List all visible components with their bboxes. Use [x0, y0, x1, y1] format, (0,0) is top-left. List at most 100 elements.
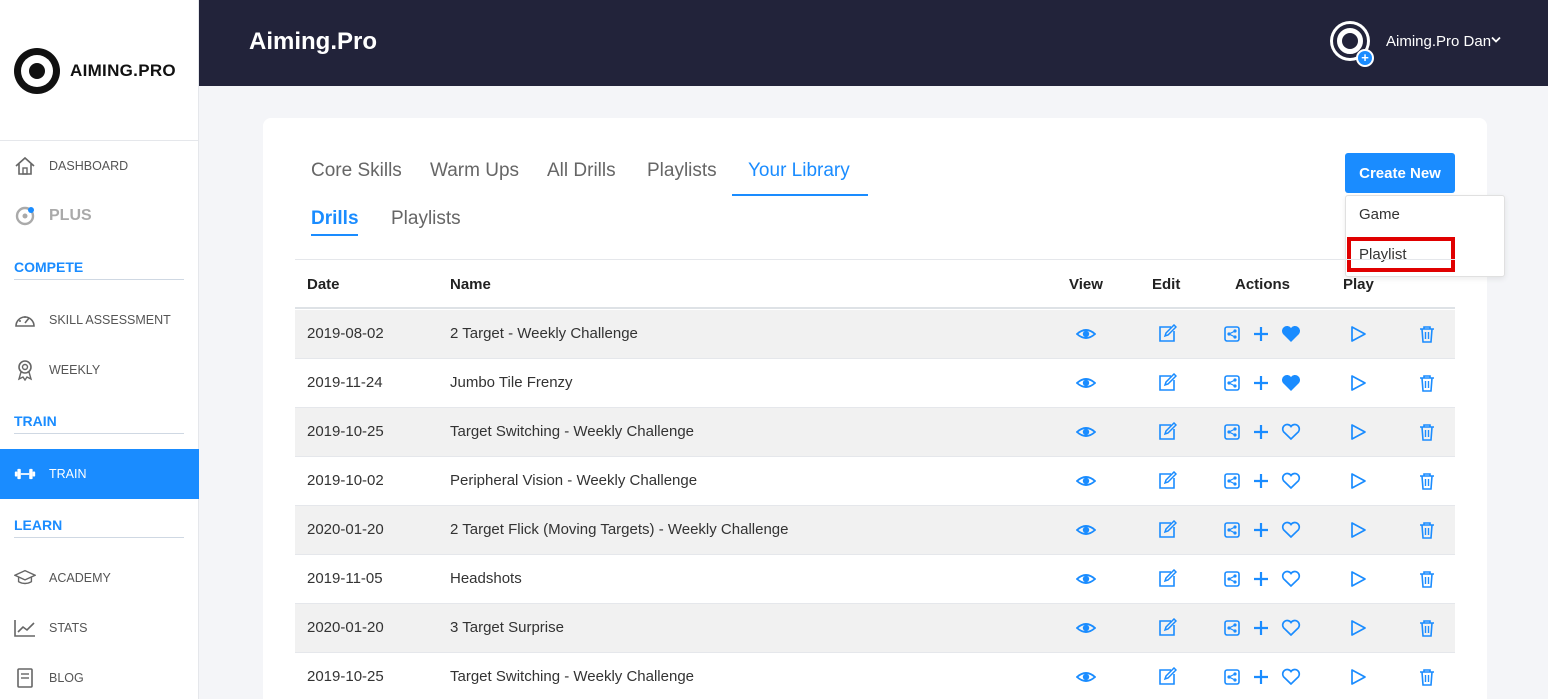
view-icon[interactable] [1075, 520, 1097, 540]
add-to-playlist-icon[interactable] [1253, 375, 1273, 395]
column-header-name[interactable]: Name [450, 276, 491, 293]
tab-warm-ups[interactable]: Warm Ups [430, 160, 519, 182]
cell-name: Peripheral Vision - Weekly Challenge [450, 472, 698, 489]
avatar-plus-badge: + [1356, 49, 1374, 67]
logo[interactable]: AIMING.PRO [14, 48, 176, 94]
view-icon[interactable] [1075, 471, 1097, 491]
view-icon[interactable] [1075, 373, 1097, 393]
heart-outline-icon[interactable] [1281, 423, 1301, 443]
tab-core-skills[interactable]: Core Skills [311, 160, 402, 182]
subtab-drills[interactable]: Drills [311, 208, 359, 230]
trash-icon[interactable] [1418, 521, 1438, 541]
column-header-edit: Edit [1152, 276, 1181, 293]
heart-outline-icon[interactable] [1281, 619, 1301, 639]
share-icon[interactable] [1224, 669, 1244, 689]
cell-date: 2019-10-25 [307, 423, 384, 440]
edit-icon[interactable] [1157, 617, 1178, 638]
play-icon[interactable] [1349, 423, 1369, 443]
sidebar-item-label: SKILL ASSESSMENT [49, 313, 171, 327]
trash-icon[interactable] [1418, 570, 1438, 590]
sidebar: AIMING.PRO DASHBOARD PLUS COMPETE SKILL … [0, 0, 199, 699]
edit-icon[interactable] [1157, 323, 1178, 344]
sidebar-item-academy[interactable]: ACADEMY [0, 553, 199, 603]
user-menu-name[interactable]: Aiming.Pro Dan [1386, 33, 1491, 50]
trash-icon[interactable] [1418, 472, 1438, 492]
page-title: Aiming.Pro [249, 28, 378, 55]
sidebar-item-dashboard[interactable]: DASHBOARD [0, 141, 199, 191]
view-icon[interactable] [1075, 324, 1097, 344]
create-new-button[interactable]: Create New [1345, 153, 1455, 193]
heart-outline-icon[interactable] [1281, 570, 1301, 590]
play-icon[interactable] [1349, 521, 1369, 541]
add-to-playlist-icon[interactable] [1253, 473, 1273, 493]
trash-icon[interactable] [1418, 325, 1438, 345]
sidebar-item-train[interactable]: TRAIN [0, 449, 199, 499]
sidebar-item-label: STATS [49, 621, 88, 635]
add-to-playlist-icon[interactable] [1253, 522, 1273, 542]
cell-date: 2019-10-02 [307, 472, 384, 489]
dropdown-item-game[interactable]: Game [1359, 206, 1400, 223]
share-icon[interactable] [1224, 620, 1244, 640]
share-icon[interactable] [1224, 424, 1244, 444]
heart-filled-icon[interactable] [1281, 374, 1301, 394]
share-icon[interactable] [1224, 522, 1244, 542]
play-icon[interactable] [1349, 619, 1369, 639]
edit-icon[interactable] [1157, 568, 1178, 589]
edit-icon[interactable] [1157, 421, 1178, 442]
tab-all-drills[interactable]: All Drills [547, 160, 616, 182]
edit-icon[interactable] [1157, 470, 1178, 491]
active-tab-indicator [732, 194, 868, 196]
column-header-date[interactable]: Date [307, 276, 340, 293]
edit-icon[interactable] [1157, 666, 1178, 687]
play-icon[interactable] [1349, 472, 1369, 492]
logo-text: AIMING.PRO [70, 61, 176, 80]
subtab-playlists[interactable]: Playlists [391, 208, 461, 230]
share-icon[interactable] [1224, 571, 1244, 591]
trash-icon[interactable] [1418, 619, 1438, 639]
active-subtab-indicator [311, 234, 358, 236]
cell-date: 2019-08-02 [307, 325, 384, 342]
heart-outline-icon[interactable] [1281, 472, 1301, 492]
column-header-play: Play [1343, 276, 1374, 293]
heart-filled-icon[interactable] [1281, 325, 1301, 345]
add-to-playlist-icon[interactable] [1253, 669, 1273, 689]
view-icon[interactable] [1075, 569, 1097, 589]
play-icon[interactable] [1349, 668, 1369, 688]
sidebar-item-label: DASHBOARD [49, 159, 129, 173]
heart-outline-icon[interactable] [1281, 668, 1301, 688]
tab-playlists[interactable]: Playlists [647, 160, 717, 182]
avatar-center [1342, 33, 1358, 49]
chevron-down-icon[interactable] [1491, 36, 1501, 44]
view-icon[interactable] [1075, 422, 1097, 442]
play-icon[interactable] [1349, 374, 1369, 394]
sidebar-item-stats[interactable]: STATS [0, 603, 199, 653]
sidebar-item-label: WEEKLY [49, 363, 101, 377]
play-icon[interactable] [1349, 570, 1369, 590]
cell-date: 2019-11-05 [307, 570, 383, 587]
gauge-icon [14, 309, 36, 331]
avatar[interactable]: + [1330, 21, 1374, 67]
share-icon[interactable] [1224, 375, 1244, 395]
add-to-playlist-icon[interactable] [1253, 571, 1273, 591]
sidebar-item-weekly[interactable]: WEEKLY [0, 345, 199, 395]
view-icon[interactable] [1075, 667, 1097, 687]
add-to-playlist-icon[interactable] [1253, 326, 1273, 346]
trash-icon[interactable] [1418, 374, 1438, 394]
trash-icon[interactable] [1418, 668, 1438, 688]
add-to-playlist-icon[interactable] [1253, 424, 1273, 444]
share-icon[interactable] [1224, 326, 1244, 346]
sidebar-item-skill-assessment[interactable]: SKILL ASSESSMENT [0, 295, 199, 345]
sidebar-item-blog[interactable]: BLOG [0, 653, 199, 699]
view-icon[interactable] [1075, 618, 1097, 638]
edit-icon[interactable] [1157, 519, 1178, 540]
heart-outline-icon[interactable] [1281, 521, 1301, 541]
add-to-playlist-icon[interactable] [1253, 620, 1273, 640]
trash-icon[interactable] [1418, 423, 1438, 443]
sidebar-item-plus[interactable]: PLUS [0, 191, 199, 241]
play-icon[interactable] [1349, 325, 1369, 345]
tab-your-library[interactable]: Your Library [748, 160, 850, 182]
share-icon[interactable] [1224, 473, 1244, 493]
edit-icon[interactable] [1157, 372, 1178, 393]
section-learn: LEARN [14, 517, 184, 538]
book-icon [14, 667, 36, 689]
